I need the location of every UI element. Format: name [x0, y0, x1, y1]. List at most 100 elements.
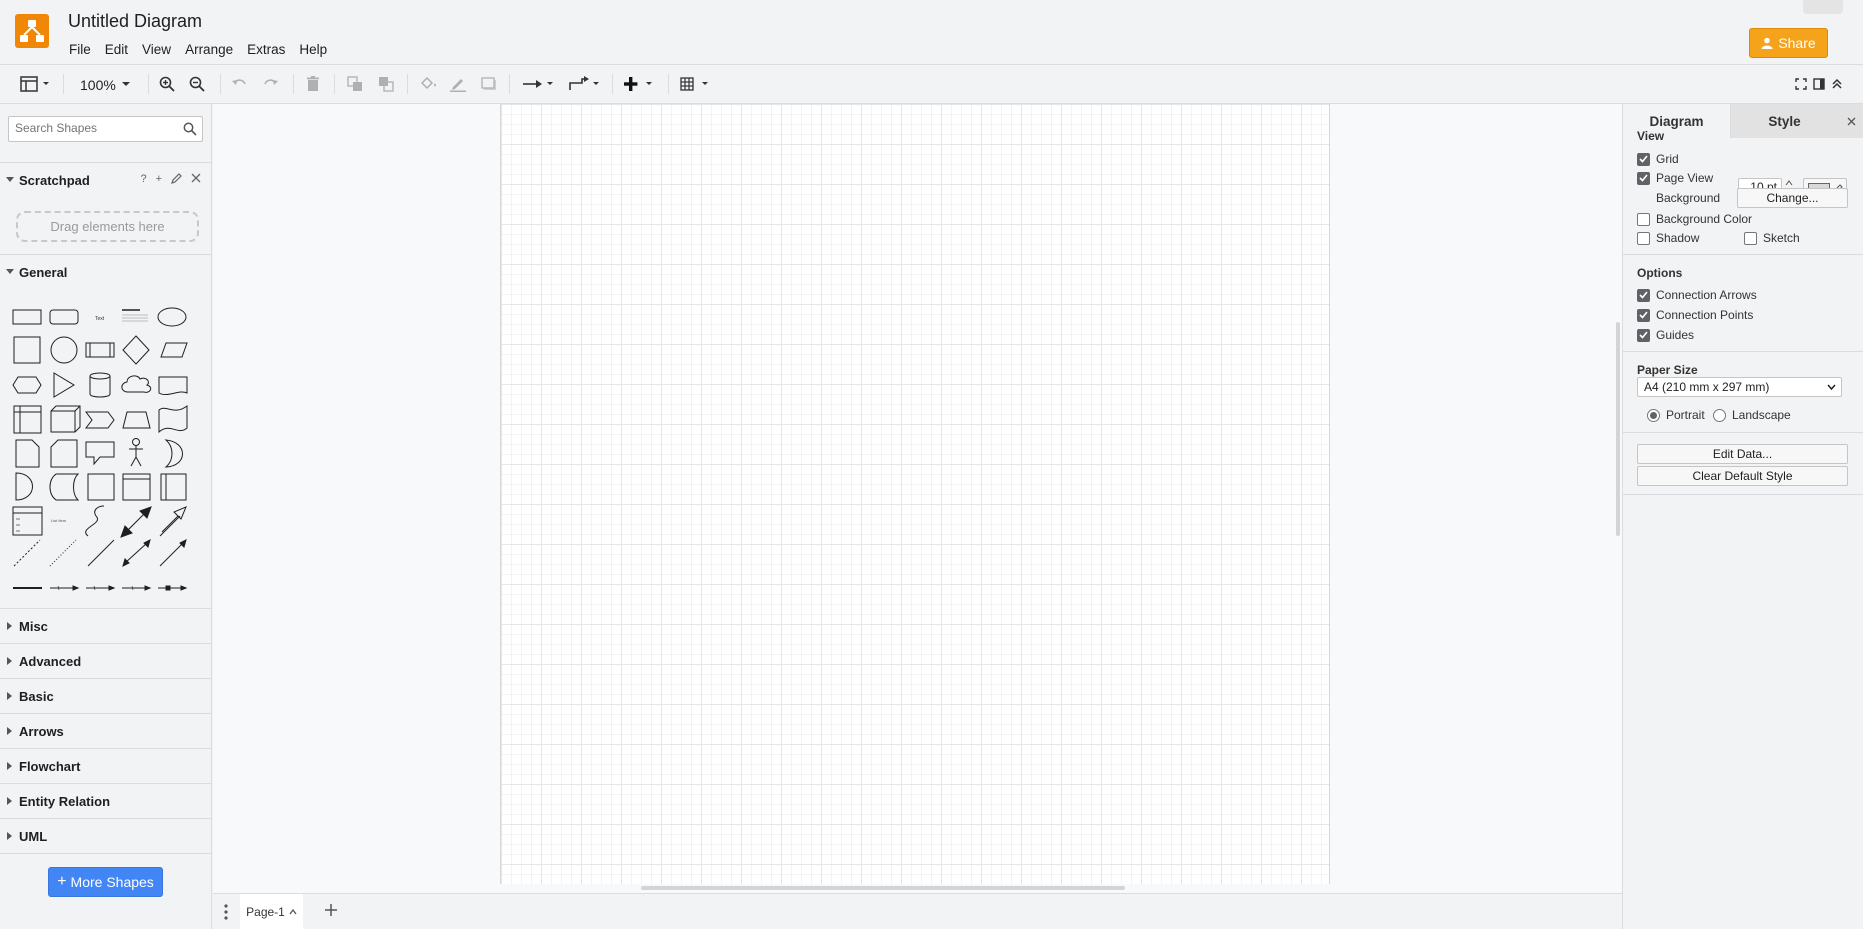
textbox-shape[interactable]: [122, 309, 148, 322]
page-tab[interactable]: Page-1: [240, 894, 303, 929]
dotted-line-shape[interactable]: [49, 539, 77, 567]
tape-shape[interactable]: [158, 404, 188, 434]
background-color-checkbox[interactable]: [1637, 212, 1650, 226]
menu-help[interactable]: Help: [292, 41, 334, 59]
to-front-button[interactable]: [346, 73, 364, 95]
line-color-button[interactable]: [449, 73, 467, 95]
card-shape[interactable]: [50, 439, 78, 468]
line-shape[interactable]: [87, 539, 115, 567]
connection-points-checkbox[interactable]: [1637, 308, 1650, 322]
section-advanced[interactable]: Advanced: [0, 643, 211, 678]
fill-color-button[interactable]: [419, 73, 437, 95]
share-button[interactable]: Share: [1749, 28, 1828, 58]
text-shape[interactable]: Text: [95, 316, 105, 322]
grid-checkbox-row[interactable]: Grid: [1637, 152, 1679, 166]
hexagon-shape[interactable]: [12, 376, 42, 394]
search-icon[interactable]: [183, 122, 197, 136]
change-background-button[interactable]: Change...: [1737, 188, 1848, 208]
circle-shape[interactable]: [50, 336, 78, 364]
parallelogram-shape[interactable]: [160, 342, 188, 358]
section-entity-relation[interactable]: Entity Relation: [0, 783, 211, 818]
waypoints-button[interactable]: [568, 73, 602, 95]
zoom-in-button[interactable]: [158, 73, 176, 95]
zoom-out-button[interactable]: [188, 73, 206, 95]
portrait-row[interactable]: Portrait: [1647, 408, 1705, 422]
page-view-checkbox-row[interactable]: Page View: [1637, 171, 1713, 185]
help-icon[interactable]: ?: [140, 173, 146, 185]
rounded-rectangle-shape[interactable]: [49, 309, 79, 325]
ellipse-shape[interactable]: [157, 307, 187, 327]
sketch-row[interactable]: Sketch: [1744, 231, 1800, 245]
add-page-icon[interactable]: [323, 902, 339, 918]
menu-arrange[interactable]: Arrange: [178, 41, 240, 59]
view-panels-button[interactable]: [20, 73, 54, 95]
shadow-button[interactable]: [480, 73, 498, 95]
document-shape[interactable]: [158, 376, 188, 396]
clear-default-style-button[interactable]: Clear Default Style: [1637, 466, 1848, 486]
connection-arrows-row[interactable]: Connection Arrows: [1637, 288, 1757, 302]
rectangle-shape[interactable]: [12, 309, 42, 325]
fullscreen-button[interactable]: [1793, 73, 1809, 95]
sketch-checkbox[interactable]: [1744, 231, 1757, 245]
menu-view[interactable]: View: [135, 41, 178, 59]
portrait-radio[interactable]: [1647, 408, 1660, 422]
triangle-shape[interactable]: [53, 372, 75, 398]
step-shape[interactable]: [85, 411, 115, 429]
edit-data-button[interactable]: Edit Data...: [1637, 444, 1848, 464]
guides-checkbox[interactable]: [1637, 328, 1650, 342]
search-input[interactable]: [15, 121, 175, 135]
corner-widget[interactable]: [1803, 0, 1843, 14]
grid-checkbox[interactable]: [1637, 152, 1650, 166]
delay-shape[interactable]: [15, 472, 33, 501]
section-general[interactable]: General: [0, 254, 211, 289]
paper-size-select[interactable]: A4 (210 mm x 297 mm): [1637, 377, 1842, 397]
more-shapes-button[interactable]: + More Shapes: [48, 867, 163, 897]
square-shape[interactable]: [13, 336, 41, 364]
callout-shape[interactable]: [85, 441, 115, 466]
shadow-row[interactable]: Shadow: [1637, 231, 1699, 245]
section-misc[interactable]: Misc: [0, 608, 211, 643]
zoom-level[interactable]: 100%: [80, 77, 116, 93]
process-shape[interactable]: [85, 342, 115, 358]
frame-shape[interactable]: [122, 473, 151, 501]
data-storage-shape[interactable]: [49, 473, 80, 501]
labeled-connector-shape[interactable]: [86, 585, 116, 591]
container-shape[interactable]: [87, 473, 115, 501]
to-back-button[interactable]: [377, 73, 395, 95]
close-panel-button[interactable]: [1838, 104, 1863, 138]
internal-storage-shape[interactable]: [13, 405, 42, 434]
diagram-canvas[interactable]: [213, 104, 1622, 893]
arrow-shape[interactable]: [159, 506, 187, 537]
close-icon[interactable]: [191, 173, 201, 183]
section-arrows[interactable]: Arrows: [0, 713, 211, 748]
cylinder-shape[interactable]: [89, 372, 111, 398]
horizontal-scrollbar[interactable]: [641, 886, 1125, 890]
directional-connector-shape[interactable]: [159, 539, 187, 567]
insert-button[interactable]: [624, 73, 656, 95]
undo-button[interactable]: [230, 73, 248, 95]
landscape-radio[interactable]: [1713, 408, 1726, 422]
background-color-row[interactable]: Background Color: [1637, 212, 1752, 226]
connection-arrows-checkbox[interactable]: [1637, 288, 1650, 302]
edit-icon[interactable]: [171, 173, 182, 184]
list-shape[interactable]: [12, 506, 43, 536]
note-shape[interactable]: [15, 439, 40, 468]
landscape-row[interactable]: Landscape: [1713, 408, 1791, 422]
connector-with-symbol-shape[interactable]: [158, 585, 188, 591]
redo-button[interactable]: [262, 73, 280, 95]
curve-shape[interactable]: [85, 505, 105, 537]
connection-style-button[interactable]: [522, 73, 556, 95]
menu-file[interactable]: File: [62, 41, 98, 59]
section-uml[interactable]: UML: [0, 818, 211, 853]
diagram-page[interactable]: [500, 104, 1330, 884]
vertical-scrollbar[interactable]: [1616, 322, 1620, 536]
page-view-checkbox[interactable]: [1637, 171, 1650, 185]
dashed-line-shape[interactable]: [13, 539, 41, 567]
menu-edit[interactable]: Edit: [98, 41, 135, 59]
table-button[interactable]: [680, 73, 712, 95]
zoom-dropdown[interactable]: [118, 73, 134, 95]
tab-style[interactable]: Style: [1730, 104, 1838, 138]
diamond-shape[interactable]: [122, 335, 150, 365]
or-shape[interactable]: [164, 439, 183, 468]
shadow-checkbox[interactable]: [1637, 231, 1650, 245]
